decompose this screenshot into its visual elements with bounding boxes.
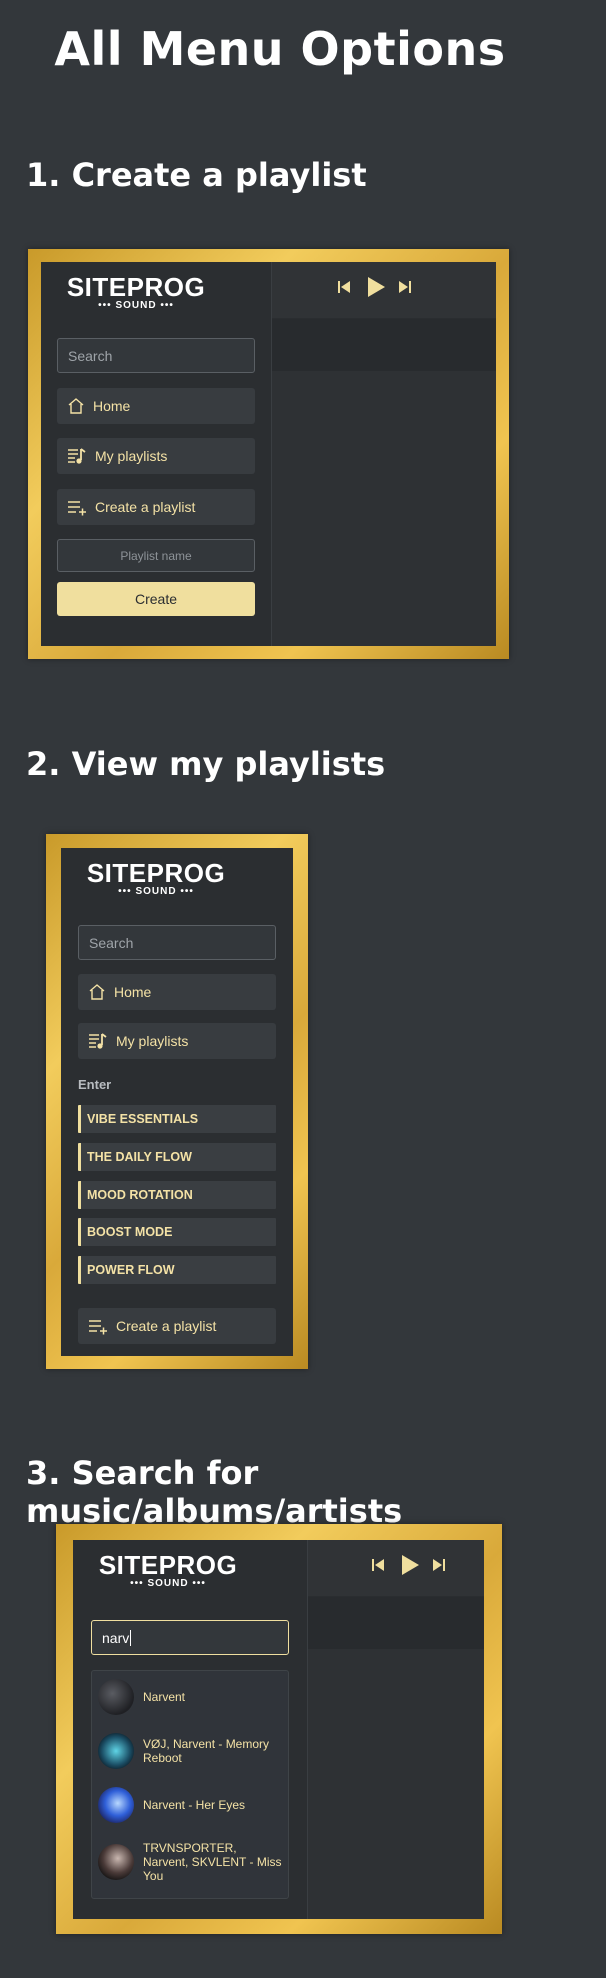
logo: SITEPROG ••• SOUND ••• — [81, 860, 231, 898]
search-result[interactable]: TRVNSPORTER, Narvent, SKVLENT - Miss You — [98, 1841, 282, 1883]
text-cursor — [130, 1629, 132, 1646]
home-icon — [68, 398, 84, 414]
next-track-icon[interactable] — [432, 1558, 446, 1572]
screenshot-frame-create-playlist: SITEPROG ••• SOUND ••• Search Home My pl… — [28, 249, 509, 659]
previous-track-icon[interactable] — [337, 280, 351, 294]
content-header — [272, 319, 496, 371]
playlist-item[interactable]: THE DAILY FLOW — [78, 1143, 276, 1171]
home-icon — [89, 984, 105, 1000]
search-result-text: Narvent — [143, 1690, 186, 1704]
search-result-text: TRVNSPORTER, Narvent, SKVLENT - Miss You — [143, 1841, 282, 1883]
create-playlist-button[interactable]: Create a playlist — [57, 489, 255, 525]
play-icon[interactable] — [400, 1554, 420, 1576]
playlist-music-icon — [68, 448, 86, 464]
app-window: SITEPROG ••• SOUND ••• narv Narvent VØJ,… — [73, 1540, 484, 1919]
search-results-dropdown: Narvent VØJ, Narvent - Memory Reboot Nar… — [91, 1670, 289, 1899]
track-cover — [98, 1733, 134, 1769]
my-playlists-button[interactable]: My playlists — [78, 1023, 276, 1059]
playlist-item[interactable]: POWER FLOW — [78, 1256, 276, 1284]
section-title-create-playlist: 1. Create a playlist — [26, 156, 367, 194]
playlist-item[interactable]: BOOST MODE — [78, 1218, 276, 1246]
logo-text: SITEPROG — [98, 1550, 238, 1580]
search-result[interactable]: VØJ, Narvent - Memory Reboot — [98, 1733, 282, 1769]
my-playlists-label: My playlists — [116, 1033, 189, 1049]
sidebar: SITEPROG ••• SOUND ••• Search Home My pl… — [61, 848, 293, 1356]
player-bar — [308, 1540, 484, 1597]
create-playlist-label: Create a playlist — [95, 499, 196, 515]
my-playlists-label: My playlists — [95, 448, 168, 464]
home-label: Home — [114, 984, 152, 1000]
playlist-item[interactable]: MOOD ROTATION — [78, 1181, 276, 1209]
home-button[interactable]: Home — [78, 974, 276, 1010]
sidebar: SITEPROG ••• SOUND ••• Search Home My pl… — [41, 262, 272, 646]
artist-avatar — [98, 1679, 134, 1715]
search-result-text: VØJ, Narvent - Memory Reboot — [143, 1737, 270, 1765]
track-cover — [98, 1844, 134, 1880]
create-button[interactable]: Create — [57, 582, 255, 616]
search-input[interactable]: Search — [78, 925, 276, 960]
logo: SITEPROG ••• SOUND ••• — [61, 274, 211, 312]
previous-track-icon[interactable] — [371, 1558, 385, 1572]
playlist-add-icon — [89, 1320, 107, 1335]
search-query: narv — [102, 1629, 130, 1646]
app-window: SITEPROG ••• SOUND ••• Search Home My pl… — [61, 848, 293, 1356]
main-area — [308, 1540, 484, 1919]
search-result-text: Narvent - Her Eyes — [143, 1798, 246, 1812]
play-icon[interactable] — [366, 276, 386, 298]
search-result[interactable]: Narvent - Her Eyes — [98, 1787, 282, 1823]
search-result[interactable]: Narvent — [98, 1679, 282, 1715]
logo: SITEPROG ••• SOUND ••• — [93, 1552, 243, 1590]
playlist-name-input[interactable]: Playlist name — [57, 539, 255, 572]
my-playlists-button[interactable]: My playlists — [57, 438, 255, 474]
section-title-view-playlists: 2. View my playlists — [26, 745, 386, 783]
app-window: SITEPROG ••• SOUND ••• Search Home My pl… — [41, 262, 496, 646]
logo-text: SITEPROG — [66, 272, 206, 302]
sidebar: SITEPROG ••• SOUND ••• narv Narvent VØJ,… — [73, 1540, 308, 1919]
screenshot-frame-view-playlists: SITEPROG ••• SOUND ••• Search Home My pl… — [46, 834, 308, 1369]
next-track-icon[interactable] — [398, 280, 412, 294]
search-input[interactable]: Search — [57, 338, 255, 373]
search-input[interactable]: narv — [91, 1620, 289, 1655]
section-title-search: 3. Search for music/albums/artists — [26, 1454, 403, 1530]
player-bar — [272, 262, 496, 319]
page-title: All Menu Options — [54, 22, 506, 76]
create-playlist-button[interactable]: Create a playlist — [78, 1308, 276, 1344]
create-playlist-label: Create a playlist — [116, 1318, 217, 1334]
home-button[interactable]: Home — [57, 388, 255, 424]
playlist-item[interactable]: VIBE ESSENTIALS — [78, 1105, 276, 1133]
main-area — [272, 262, 496, 646]
playlist-music-icon — [89, 1033, 107, 1049]
home-label: Home — [93, 398, 131, 414]
logo-text: SITEPROG — [86, 858, 226, 888]
enter-label: Enter — [78, 1077, 112, 1092]
track-cover — [98, 1787, 134, 1823]
screenshot-frame-search: SITEPROG ••• SOUND ••• narv Narvent VØJ,… — [56, 1524, 502, 1934]
content-header — [308, 1597, 484, 1649]
playlist-add-icon — [68, 501, 86, 516]
